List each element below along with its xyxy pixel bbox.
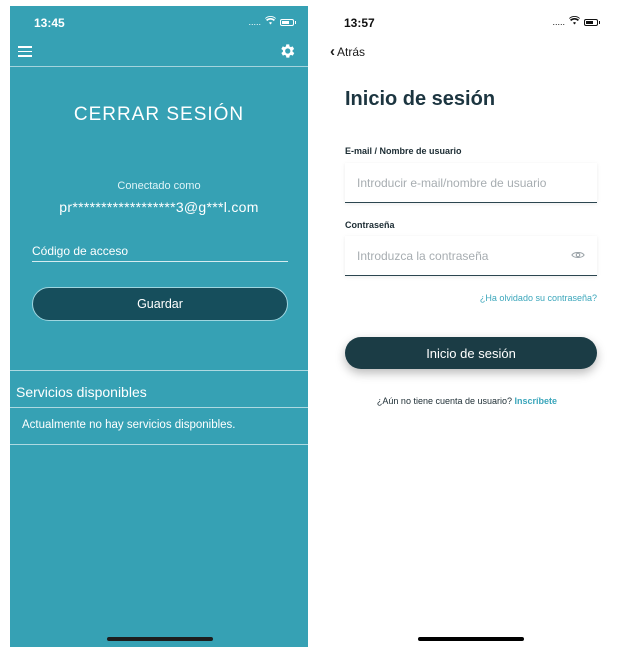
save-button[interactable]: Guardar [32, 287, 288, 321]
connected-email: pr******************3@g***l.com [59, 199, 259, 215]
top-bar [10, 42, 308, 68]
battery-icon [584, 18, 600, 26]
section-divider-top [10, 370, 308, 371]
section-divider-bottom [10, 444, 308, 445]
section-divider-mid [10, 407, 308, 408]
signup-prompt-line: ¿Aún no tiene cuenta de usuario? Inscríb… [322, 396, 612, 406]
services-title: Servicios disponibles [16, 384, 147, 400]
back-label: Atrás [337, 44, 366, 59]
email-placeholder: Introducir e-mail/nombre de usuario [357, 176, 547, 190]
status-bar: 13:57 ..... [322, 6, 612, 32]
password-field[interactable]: Introduzca la contraseña [345, 236, 597, 276]
services-empty-message: Actualmente no hay servicios disponibles… [22, 419, 236, 431]
email-field[interactable]: Introducir e-mail/nombre de usuario [345, 163, 597, 203]
login-button[interactable]: Inicio de sesión [345, 337, 597, 369]
gear-icon[interactable] [278, 42, 296, 60]
logout-screen: 13:45 ..... CERRAR SESIÓN Conectado como… [10, 6, 308, 647]
connected-as-label: Conectado como [117, 180, 201, 192]
signup-link[interactable]: Inscríbete [515, 396, 558, 406]
signal-dots: ..... [248, 17, 261, 27]
hamburger-menu-icon[interactable] [18, 46, 32, 58]
status-bar: 13:45 ..... [10, 6, 308, 32]
signal-dots: ..... [552, 17, 565, 27]
page-title: CERRAR SESIÓN [73, 104, 245, 125]
access-code-input[interactable]: Código de acceso [32, 244, 288, 262]
access-code-placeholder: Código de acceso [32, 244, 129, 258]
email-label: E-mail / Nombre de usuario [345, 146, 462, 156]
status-icons: ..... [248, 16, 296, 28]
signup-prompt: ¿Aún no tiene cuenta de usuario? [376, 396, 513, 406]
forgot-password-link[interactable]: ¿Ha olvidado su contraseña? [480, 293, 597, 303]
password-placeholder: Introduzca la contraseña [357, 249, 489, 263]
wifi-icon [265, 16, 276, 28]
battery-icon [280, 18, 296, 26]
screenshot-stage: 13:45 ..... CERRAR SESIÓN Conectado como… [0, 0, 618, 647]
header-divider [10, 66, 308, 67]
status-time: 13:45 [34, 16, 65, 30]
status-icons: ..... [552, 16, 600, 28]
status-time: 13:57 [344, 16, 375, 30]
page-title: Inicio de sesión [345, 88, 496, 110]
login-screen: 13:57 ..... ‹ Atrás Inicio de sesión E-m… [322, 6, 612, 647]
back-chevron-icon: ‹ [330, 43, 335, 60]
home-indicator [107, 637, 213, 641]
home-indicator [418, 637, 524, 641]
eye-icon[interactable] [571, 250, 585, 260]
wifi-icon [569, 16, 580, 28]
password-label: Contraseña [345, 220, 395, 230]
back-button[interactable]: ‹ Atrás [330, 44, 365, 59]
